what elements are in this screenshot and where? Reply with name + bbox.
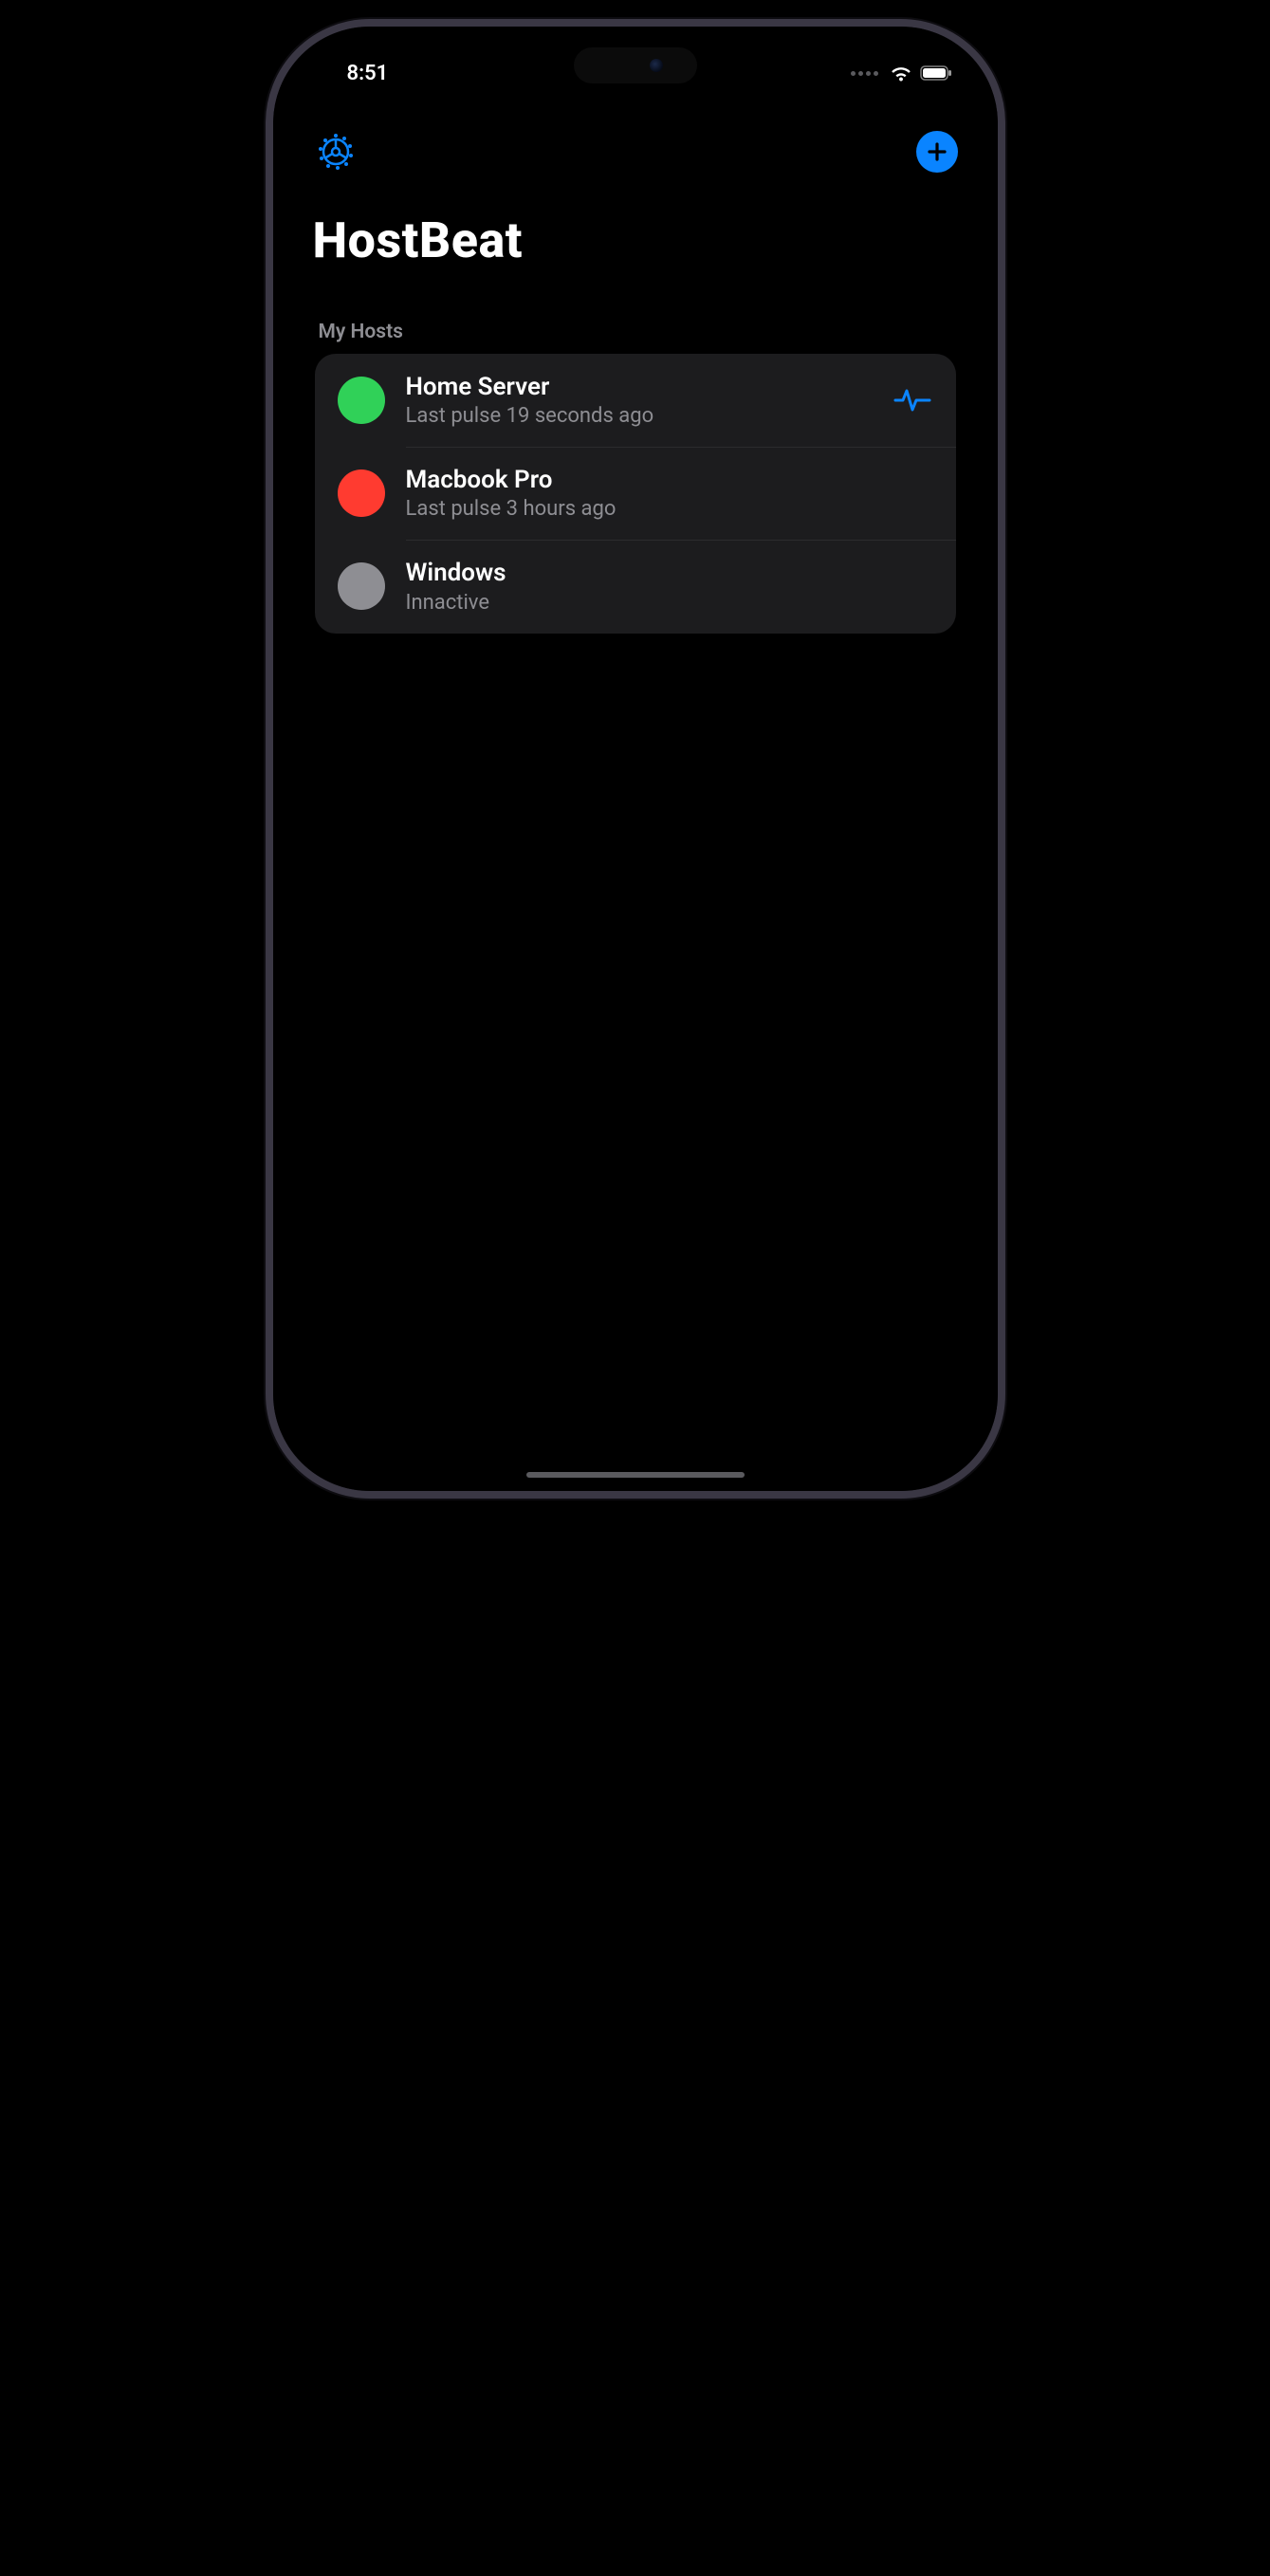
nav-bar [273, 129, 998, 175]
page-title: HostBeat [313, 212, 523, 269]
wifi-icon [890, 64, 912, 82]
host-text: Macbook Pro Last pulse 3 hours ago [406, 466, 933, 521]
status-dot [338, 377, 385, 424]
host-name: Windows [406, 559, 933, 588]
add-button[interactable] [916, 131, 958, 173]
host-row-macbook-pro[interactable]: Macbook Pro Last pulse 3 hours ago [315, 447, 956, 540]
host-text: Home Server Last pulse 19 seconds ago [406, 373, 871, 428]
hosts-card: Home Server Last pulse 19 seconds ago Ma… [315, 354, 956, 634]
status-dot [338, 469, 385, 517]
settings-button[interactable] [313, 129, 359, 175]
phone-frame: 8:51 [266, 19, 1005, 1499]
plus-icon [926, 140, 948, 163]
host-subtitle: Last pulse 3 hours ago [406, 497, 933, 521]
host-name: Macbook Pro [406, 466, 933, 495]
screen: 8:51 [273, 27, 998, 1491]
more-dots-icon [851, 71, 878, 76]
host-subtitle: Innactive [406, 591, 933, 615]
status-indicators [851, 64, 952, 82]
dynamic-island [574, 47, 697, 83]
host-row-home-server[interactable]: Home Server Last pulse 19 seconds ago [315, 354, 956, 447]
battery-icon [920, 65, 952, 81]
host-row-windows[interactable]: Windows Innactive [315, 540, 956, 633]
host-subtitle: Last pulse 19 seconds ago [406, 404, 871, 428]
gear-icon [315, 131, 357, 173]
camera-icon [650, 59, 663, 72]
status-dot [338, 562, 385, 610]
home-indicator[interactable] [526, 1472, 745, 1478]
section-label: My Hosts [319, 321, 403, 343]
pulse-icon [892, 387, 933, 414]
host-text: Windows Innactive [406, 559, 933, 614]
host-name: Home Server [406, 373, 871, 402]
